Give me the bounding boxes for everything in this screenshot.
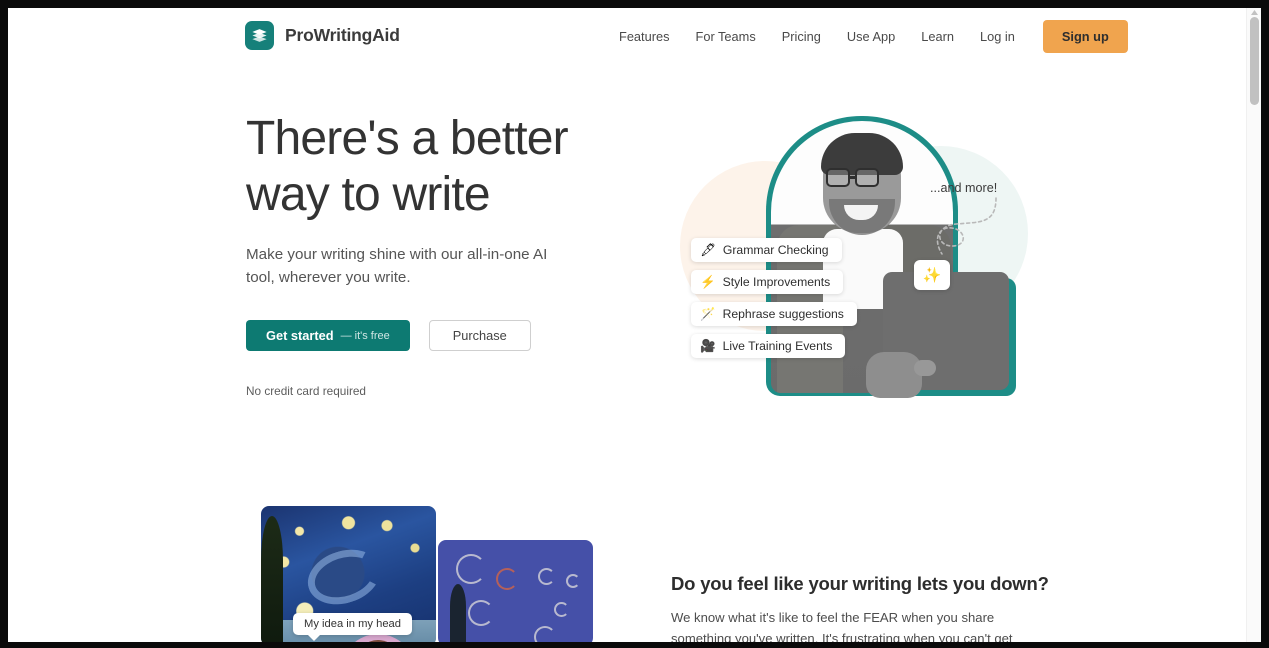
painting-swirl: [300, 540, 387, 613]
doodle-spiral: [554, 602, 569, 617]
feature-card-label: Style Improvements: [722, 275, 831, 289]
feature-card-style-improvements[interactable]: ⚡ Style Improvements: [691, 270, 844, 294]
lower-section-body: We know what it's like to feel the FEAR …: [671, 610, 1013, 642]
idea-tooltip: My idea in my head: [293, 613, 413, 641]
brand-name: ProWritingAid: [285, 25, 400, 45]
doodle-spiral: [456, 554, 486, 584]
doodle-spiral: [566, 574, 580, 588]
hero-heading: There's a better way to write: [246, 112, 569, 221]
hero-illustration: ✨ ...and more! 🖋 Grammar Checking ⚡ Styl…: [668, 106, 1028, 406]
hero-subheading: Make your writing shine with our all-in-…: [246, 246, 548, 286]
lower-section-copy: Do you feel like your writing lets you d…: [671, 573, 1049, 642]
get-started-note: — it's free: [340, 329, 390, 342]
site-header: ProWritingAid Features For Teams Pricing…: [8, 8, 1246, 64]
glasses-bridge: [850, 176, 855, 179]
feature-card-rephrase-suggestions[interactable]: 🪄 Rephrase suggestions: [691, 302, 857, 326]
doodle-spiral: [534, 626, 556, 642]
feature-card-grammar-checking[interactable]: 🖋 Grammar Checking: [691, 238, 842, 262]
feather-pen-icon: 🖋: [700, 242, 716, 257]
nav-link-for-teams[interactable]: For Teams: [683, 21, 769, 52]
lower-section-artwork: My idea in my head: [253, 500, 613, 642]
doodle-spiral: [468, 600, 494, 626]
scrollbar-thumb[interactable]: [1250, 17, 1259, 105]
feature-card-live-training-events[interactable]: 🎥 Live Training Events: [691, 334, 846, 358]
and-more-label: ...and more!: [930, 181, 998, 195]
no-credit-card-disclaimer: No credit card required: [246, 384, 366, 398]
glasses-left-lens: [826, 168, 850, 187]
hand-thumb: [914, 360, 936, 376]
lower-section-heading: Do you feel like your writing lets you d…: [671, 573, 1049, 594]
nav-link-features[interactable]: Features: [606, 21, 683, 52]
doodle-painting: [438, 540, 593, 642]
feature-card-label: Grammar Checking: [722, 243, 829, 257]
browser-viewport: ProWritingAid Features For Teams Pricing…: [8, 8, 1261, 642]
main-navigation: Features For Teams Pricing Use App Learn…: [606, 20, 1128, 53]
get-started-button[interactable]: Get started — it's free: [246, 320, 410, 351]
vertical-scrollbar[interactable]: [1246, 8, 1261, 642]
doodle-cypress-tree: [450, 584, 466, 642]
video-camera-icon: 🎥: [700, 338, 716, 353]
book-pages-icon: [245, 21, 274, 50]
hand: [866, 352, 922, 398]
purchase-button[interactable]: Purchase: [428, 320, 531, 351]
doodle-spiral-red: [496, 568, 518, 590]
nav-link-pricing[interactable]: Pricing: [769, 21, 834, 52]
nav-link-use-app[interactable]: Use App: [834, 21, 908, 52]
glasses-right-lens: [855, 168, 879, 187]
sign-up-button[interactable]: Sign up: [1042, 20, 1128, 53]
hero-action-buttons: Get started — it's free Purchase: [246, 320, 586, 351]
dotted-curved-arrow-icon: [936, 197, 997, 255]
get-started-label: Get started: [266, 328, 334, 343]
nav-link-log-in[interactable]: Log in: [967, 21, 1028, 52]
feature-card-list: 🖋 Grammar Checking ⚡ Style Improvements …: [691, 238, 857, 358]
lightning-bolt-icon: ⚡: [700, 274, 716, 289]
nav-link-learn[interactable]: Learn: [908, 21, 967, 52]
doodle-spiral: [538, 568, 555, 585]
feature-card-label: Live Training Events: [722, 339, 833, 353]
scroll-up-arrow-icon[interactable]: [1251, 10, 1258, 15]
page-content: ProWritingAid Features For Teams Pricing…: [8, 8, 1246, 642]
magic-wand-icon: 🪄: [700, 306, 716, 321]
painting-cypress-tree: [261, 516, 283, 642]
feature-card-label: Rephrase suggestions: [722, 307, 844, 321]
hero-text-block: There's a better way to write Make your …: [246, 111, 586, 398]
brand-logo-link[interactable]: ProWritingAid: [245, 21, 400, 50]
